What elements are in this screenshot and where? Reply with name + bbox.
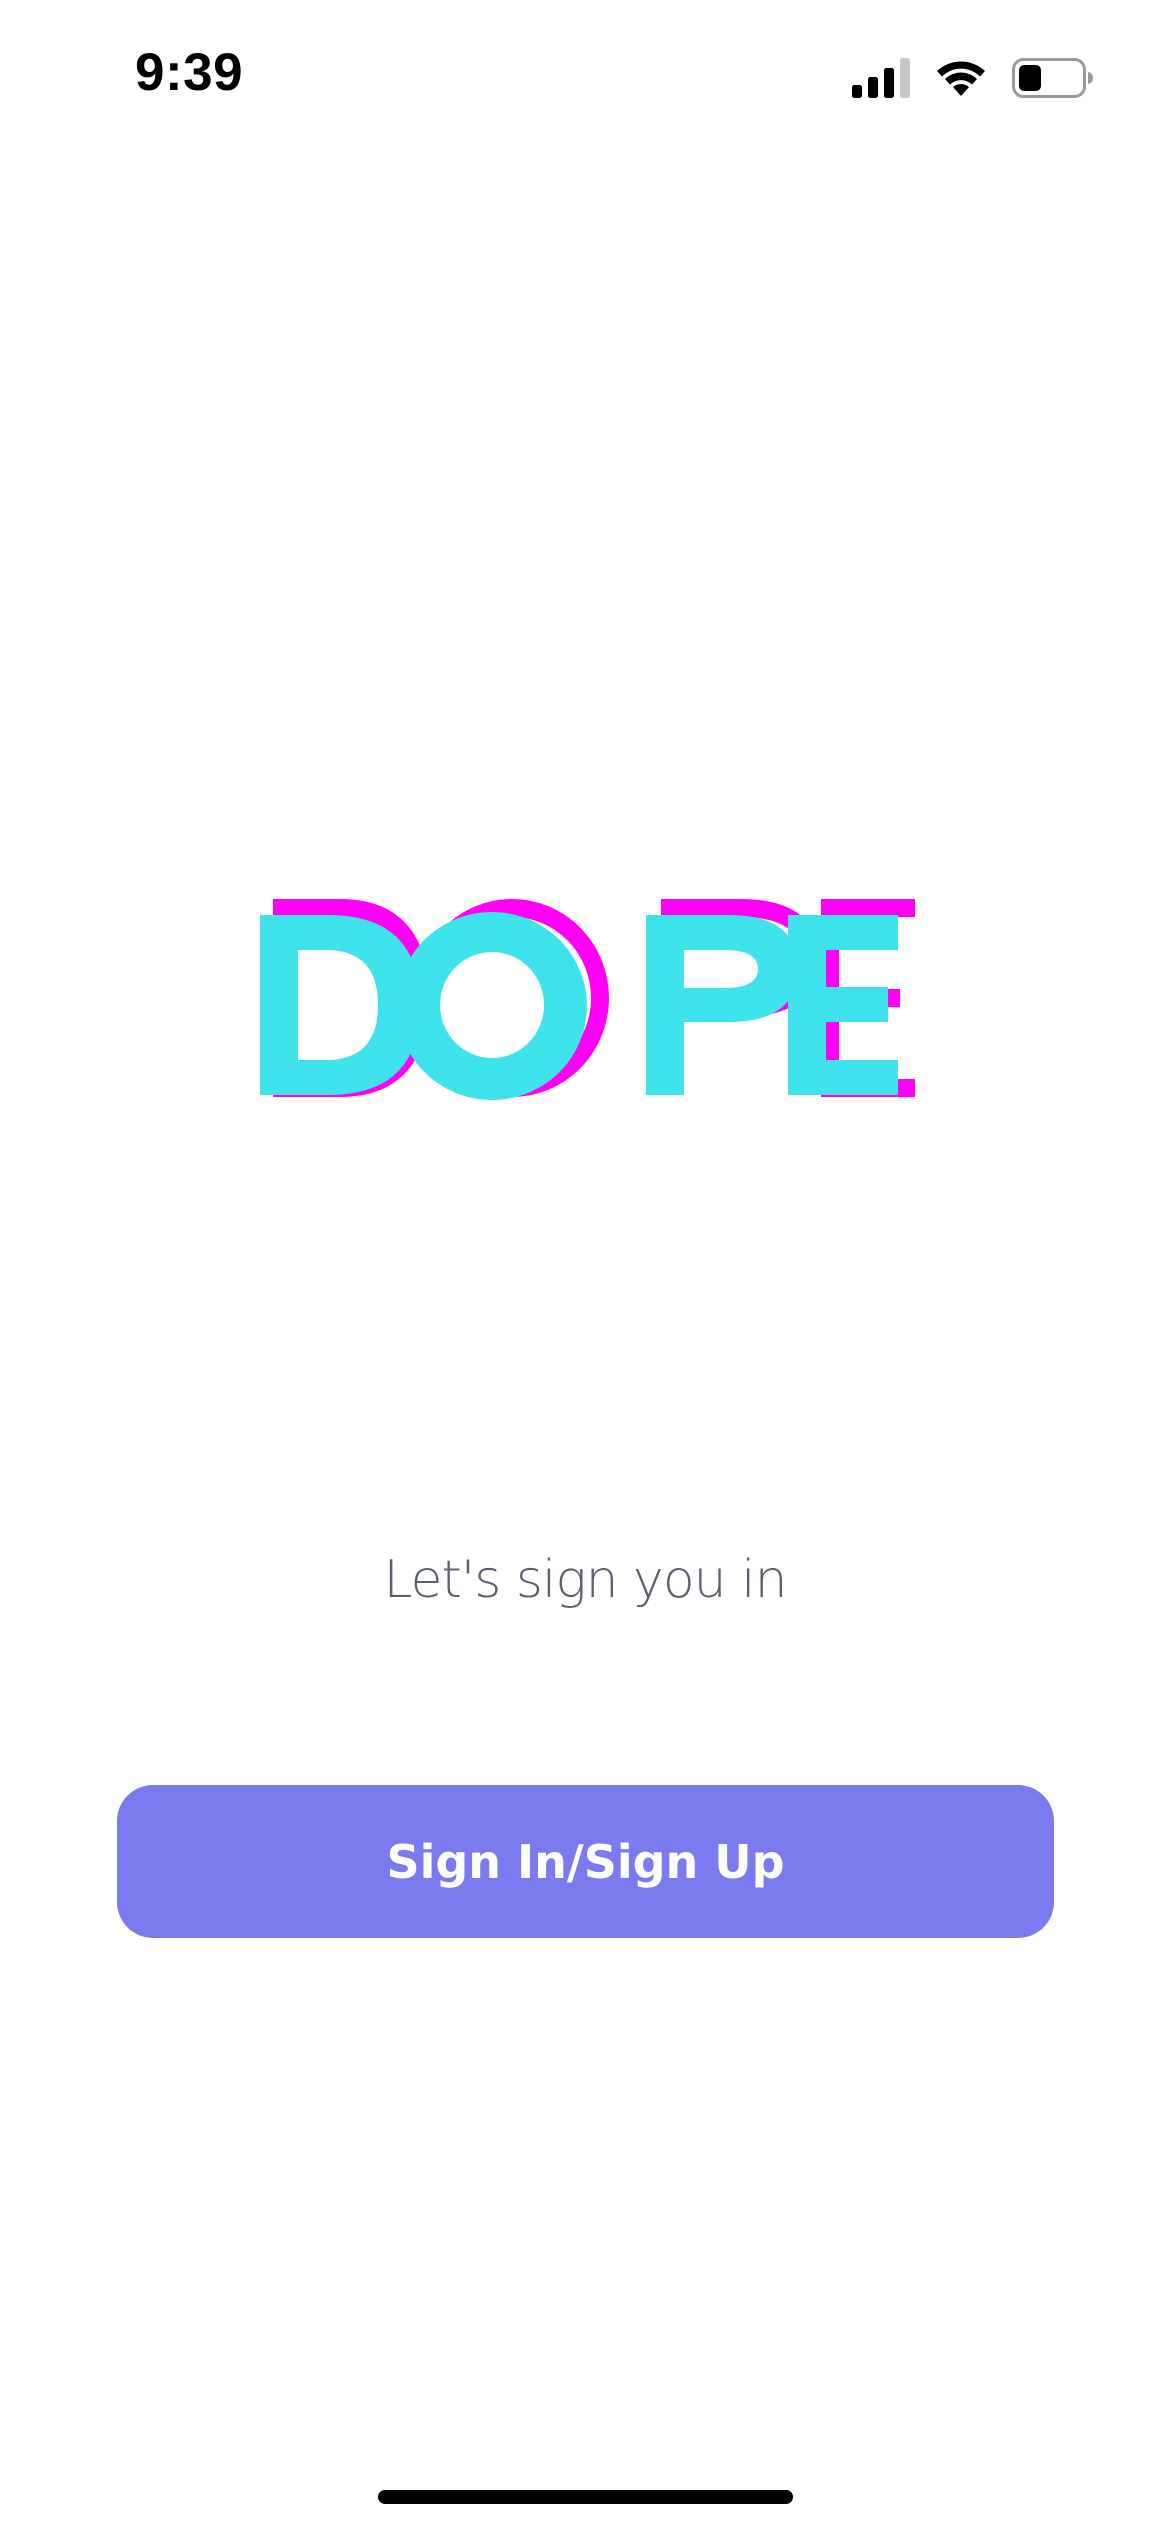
sign-in-subtitle: Let's sign you in [383,1550,787,1610]
sign-in-button-label: Sign In/Sign Up [386,1834,785,1889]
cellular-signal-icon [852,58,910,98]
battery-icon [1012,58,1094,98]
home-indicator [378,2490,793,2504]
wifi-icon [934,58,988,98]
status-bar: 9:39 [0,0,1170,150]
status-time: 9:39 [135,43,244,102]
status-icons [852,55,1094,101]
dope-logo [250,890,930,1110]
sign-in-sign-up-button[interactable]: Sign In/Sign Up [117,1785,1054,1938]
